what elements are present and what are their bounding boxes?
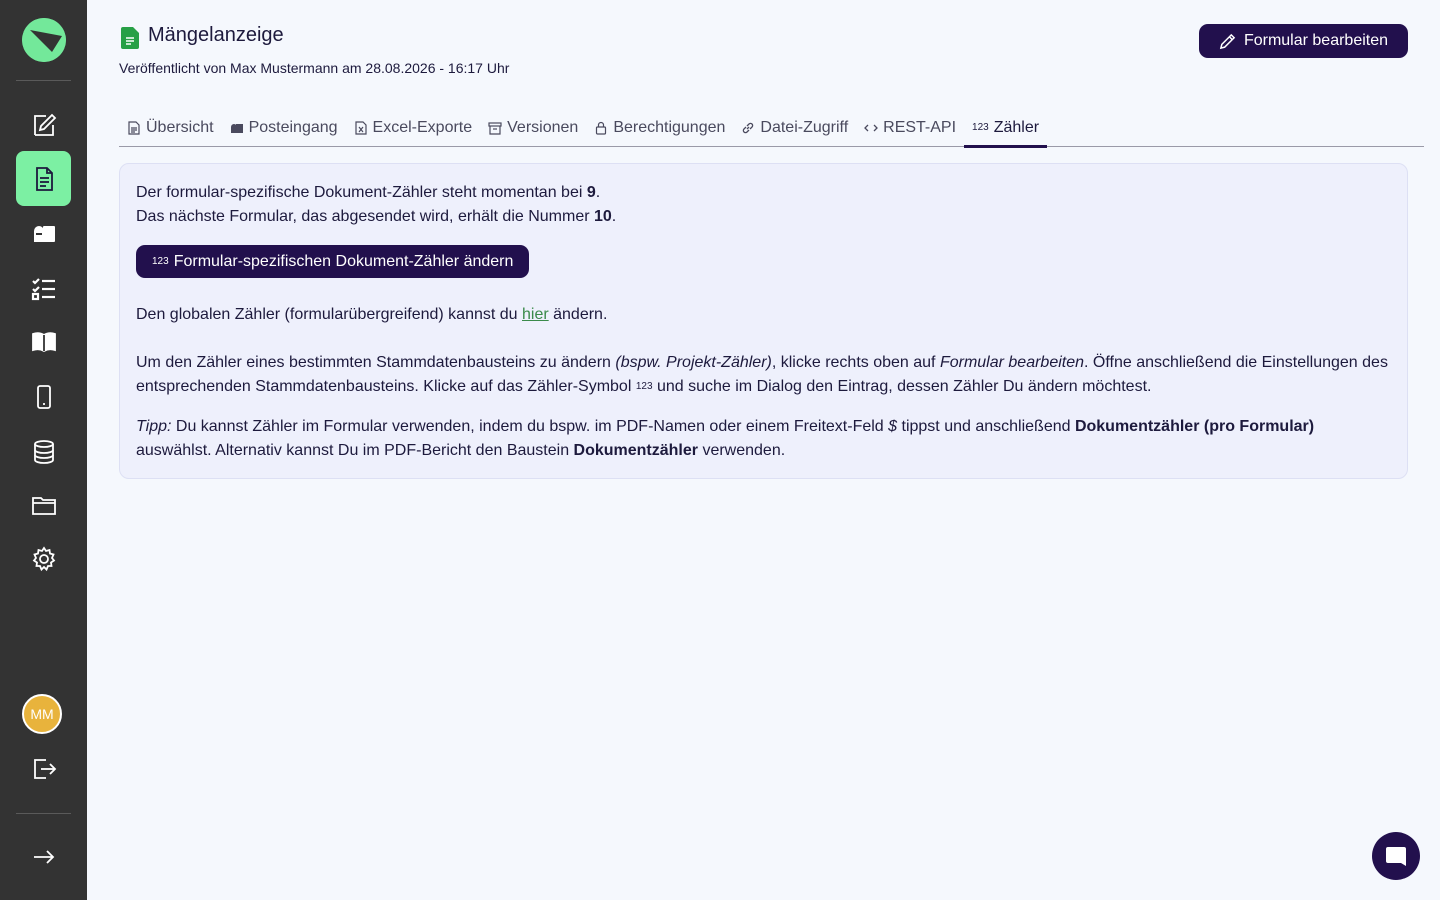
sidebar-item-database[interactable] <box>16 424 71 479</box>
next-number: 10 <box>594 208 612 225</box>
form-edit-icon <box>33 113 56 136</box>
global-counter-text: Den globalen Zähler (formularübergreifen… <box>136 306 608 323</box>
chat-icon <box>1386 847 1406 866</box>
tab-label: Versionen <box>507 118 579 136</box>
avatar[interactable]: MM <box>22 694 62 734</box>
tab-rest-api[interactable]: REST-API <box>856 108 964 147</box>
current-count: 9 <box>586 184 596 201</box>
code-icon <box>864 124 879 131</box>
edit-form-button[interactable]: Formular bearbeiten <box>1199 24 1408 58</box>
expand-sidebar-button[interactable] <box>16 829 71 884</box>
tab-label: Übersicht <box>146 118 214 136</box>
next-number-text: Das nächste Formular, das abgesendet wir… <box>136 208 617 225</box>
link-icon <box>743 122 754 133</box>
document-icon <box>121 27 139 49</box>
sidebar: MM <box>0 0 87 900</box>
sidebar-divider <box>16 80 71 81</box>
sidebar-item-inbox[interactable] <box>16 206 71 261</box>
sidebar-item-files[interactable] <box>16 477 71 532</box>
instructions-text: Um den Zähler eines bestimmten Stammdate… <box>136 354 1388 395</box>
book-icon <box>31 331 56 352</box>
sidebar-item-settings[interactable] <box>16 531 71 586</box>
file-icon <box>128 120 140 135</box>
sidebar-item-checklist[interactable] <box>16 260 71 315</box>
tab-counter[interactable]: 123 Zähler <box>964 108 1048 148</box>
mailbox-icon <box>230 123 243 133</box>
current-count-text: Der formular-spezifische Dokument-Zähler… <box>136 184 601 201</box>
tab-inbox[interactable]: Posteingang <box>222 108 346 147</box>
page-title: Mängelanzeige <box>148 24 284 46</box>
change-counter-label: Formular-spezifischen Dokument-Zähler än… <box>173 252 514 270</box>
tab-bar: Übersicht Posteingang Excel-Exporte Vers… <box>119 108 1424 148</box>
inbox-icon <box>33 225 55 242</box>
tab-label: Zähler <box>993 118 1040 136</box>
logout-button[interactable] <box>16 741 71 796</box>
tab-permissions[interactable]: Berechtigungen <box>586 108 733 147</box>
checklist-icon <box>31 277 55 300</box>
counter-panel: Der formular-spezifische Dokument-Zähler… <box>119 163 1408 479</box>
counter-icon: 123 <box>152 256 169 267</box>
database-icon <box>33 439 54 464</box>
change-counter-button[interactable]: 123 Formular-spezifischen Dokument-Zähle… <box>136 245 530 278</box>
lock-icon <box>596 121 607 135</box>
sidebar-divider <box>16 813 71 814</box>
sidebar-item-documents[interactable] <box>16 151 71 206</box>
arrow-right-icon <box>33 849 54 864</box>
counter-icon: 123 <box>972 122 989 133</box>
tab-label: Berechtigungen <box>613 118 726 136</box>
tab-label: Datei-Zugriff <box>760 118 849 136</box>
global-counter-link[interactable]: hier <box>522 306 549 323</box>
tab-versions[interactable]: Versionen <box>480 108 586 147</box>
tab-overview[interactable]: Übersicht <box>119 108 222 147</box>
sidebar-item-form-edit[interactable] <box>16 97 71 152</box>
archive-icon <box>488 121 502 135</box>
document-icon <box>35 166 53 191</box>
folder-icon <box>31 496 56 515</box>
gear-icon <box>32 545 55 571</box>
tab-label: Excel-Exporte <box>372 118 473 136</box>
tab-file-access[interactable]: Datei-Zugriff <box>733 108 856 147</box>
tab-label: Posteingang <box>248 118 338 136</box>
mobile-icon <box>36 384 51 409</box>
chat-button[interactable] <box>1372 832 1420 880</box>
tip-text: Tipp: Du kannst Zähler im Formular verwe… <box>136 418 1315 459</box>
published-info: Veröffentlicht von Max Mustermann am 28.… <box>119 60 510 76</box>
excel-file-icon <box>354 120 367 135</box>
app-logo[interactable] <box>22 18 66 62</box>
logout-icon <box>33 758 56 779</box>
sidebar-item-docs[interactable] <box>16 314 71 369</box>
pencil-icon <box>1219 33 1236 49</box>
edit-form-label: Formular bearbeiten <box>1243 32 1389 49</box>
counter-symbol: 123 <box>635 381 653 392</box>
tab-excel-exports[interactable]: Excel-Exporte <box>346 108 481 147</box>
sidebar-item-mobile[interactable] <box>16 369 71 424</box>
tab-label: REST-API <box>883 118 957 136</box>
